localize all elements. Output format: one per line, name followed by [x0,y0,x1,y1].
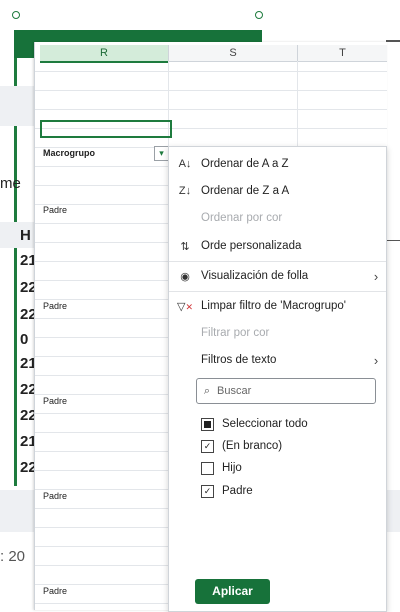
sort-ascending-icon: A↓ [178,158,192,170]
grid-row-line [35,90,387,91]
background-divider [386,40,400,42]
cell-value[interactable]: Padre [43,491,67,501]
checkbox-select-all[interactable]: Seleccionar todo [201,414,308,434]
checkbox-blank[interactable]: ✓ (En branco) [201,436,282,456]
checkbox-checked-icon: ✓ [201,484,214,498]
checkbox-hijo[interactable]: Hijo [201,458,242,478]
cell-value[interactable]: Padre [43,586,67,596]
search-icon: ⌕ [203,384,211,397]
background-text: 0 [20,331,29,348]
apply-button[interactable]: Aplicar [195,579,270,604]
filter-icon: ▾ [159,148,164,158]
grid-row-line [35,109,387,110]
active-cell[interactable] [40,120,172,138]
background-divider [386,240,400,241]
column-header-r[interactable]: R [40,45,169,63]
column-header-s[interactable]: S [169,45,298,62]
menu-item-filter-by-color: Filtrar por cor [201,327,270,339]
menu-item-sort-by-color: Ordenar por cor [201,212,283,224]
menu-item-clear-filter[interactable]: ▽✕ Limpar filtro de 'Macrogrupo' [169,292,386,320]
header-cell-label: Macrogrupo [43,148,96,158]
grid-row-line [35,71,387,72]
checkbox-partial-icon [201,417,214,431]
menu-item-sheet-view[interactable]: ◉ Visualización de folla › [169,262,386,290]
background-band [0,86,34,126]
cell-value[interactable]: Padre [43,205,67,215]
background-text: H [20,227,31,244]
clear-filter-icon: ▽✕ [176,300,193,313]
column-header-t[interactable]: T [298,45,387,62]
chevron-right-icon: › [373,268,379,284]
selection-handle-icon [12,11,20,19]
checkbox-unchecked-icon [201,461,214,475]
menu-item-text-filters[interactable]: Filtros de texto › [169,346,386,374]
menu-item-sort-az[interactable]: A↓ Ordenar de A a Z [169,150,386,178]
checkbox-checked-icon: ✓ [201,439,214,453]
cell-value[interactable]: Padre [43,396,67,406]
custom-sort-icon: ⇅ [180,240,190,253]
cell-value[interactable]: Padre [43,301,67,311]
background-toolbar [0,0,400,30]
header-cell[interactable]: Macrogrupo [40,146,166,160]
filter-menu: A↓ Ordenar de A a Z Z↓ Ordenar de Z a A … [168,146,387,612]
selection-handle-icon [255,11,263,19]
sort-descending-icon: Z↓ [178,185,192,197]
background-text: me [0,175,21,192]
search-input[interactable]: ⌕ Buscar [196,378,376,404]
eye-icon: ◉ [180,270,190,283]
filter-dropdown-button[interactable]: ▾ [154,146,169,161]
chevron-right-icon: › [373,352,379,368]
checkbox-padre[interactable]: ✓ Padre [201,481,253,501]
search-placeholder: Buscar [217,385,252,397]
background-text: : 20 [0,548,26,565]
menu-item-sort-za[interactable]: Z↓ Ordenar de Z a A [169,177,386,205]
menu-item-custom-sort[interactable]: ⇅ Orde personalizada [169,232,386,260]
